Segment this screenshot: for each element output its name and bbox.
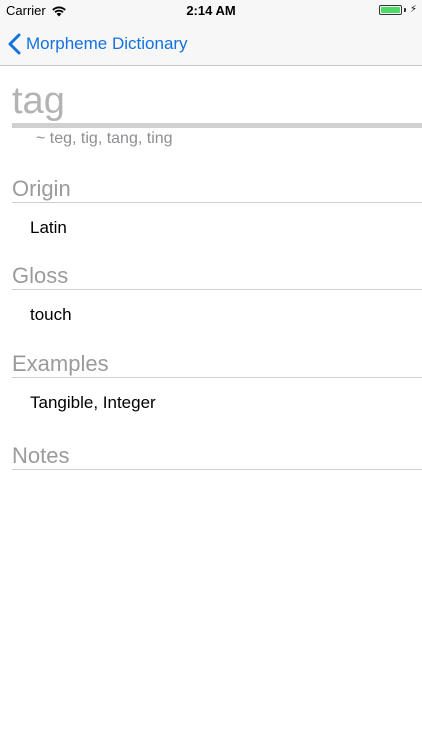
title-divider <box>12 123 422 128</box>
back-button[interactable]: Morpheme Dictionary <box>8 22 188 65</box>
bolt-icon: ⚡ <box>409 4 417 15</box>
origin-header: Origin <box>12 176 422 203</box>
status-time: 2:14 AM <box>186 3 236 18</box>
gloss-value: touch <box>30 305 72 324</box>
examples-value: Tangible, Integer <box>30 393 156 412</box>
morpheme-title: tag <box>12 80 65 122</box>
morpheme-variants: ~ teg, tig, tang, ting <box>36 130 173 147</box>
battery-indicator: ⚡ <box>378 4 417 15</box>
origin-section: Origin Latin <box>12 176 422 238</box>
battery-tip <box>403 8 406 12</box>
back-button-label: Morpheme Dictionary <box>26 33 188 53</box>
examples-header: Examples <box>12 351 422 378</box>
origin-value: Latin <box>30 218 67 237</box>
status-bar: Carrier 2:14 AM ⚡ <box>0 0 422 22</box>
navigation-bar: Morpheme Dictionary <box>0 22 422 66</box>
battery-icon <box>378 5 402 15</box>
battery-fill <box>380 7 400 13</box>
notes-section: Notes <box>12 443 422 485</box>
gloss-section: Gloss touch <box>12 263 422 325</box>
notes-header: Notes <box>12 443 422 470</box>
examples-section: Examples Tangible, Integer <box>12 351 422 413</box>
chevron-left-icon <box>8 33 21 54</box>
gloss-header: Gloss <box>12 263 422 290</box>
